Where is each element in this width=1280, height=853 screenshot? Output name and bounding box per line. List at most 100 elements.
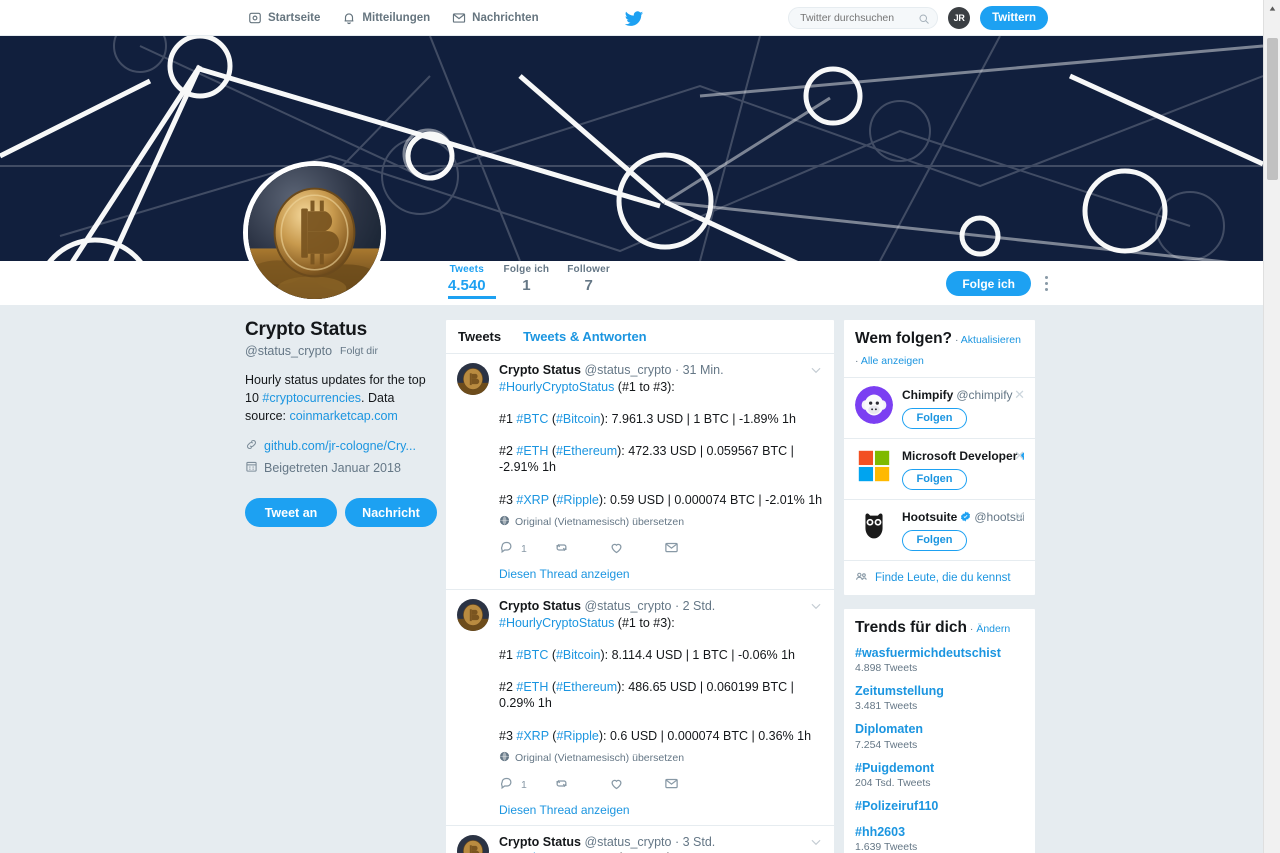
follow-button[interactable]: Folgen [902,407,967,429]
retweet-button[interactable] [554,776,609,794]
nav-item-notifications[interactable]: Mitteilungen [342,11,430,25]
tweet-item[interactable]: Crypto Status @status_crypto · 3 Std. #H… [446,826,834,853]
profile-website[interactable]: github.com/jr-cologne/Cry... [264,439,416,453]
tab-tweets-and-replies[interactable]: Tweets & Antworten [523,329,647,344]
tweet-hashtag-link[interactable]: #HourlyCryptoStatus [499,616,614,630]
show-thread-link[interactable]: Diesen Thread anzeigen [499,803,823,817]
tweet-item[interactable]: Crypto Status @status_crypto · 2 Std. #H… [446,590,834,826]
suggested-account-name[interactable]: Microsoft Developer [902,449,1017,463]
trend-name[interactable]: Diplomaten [855,721,1024,737]
close-icon[interactable]: ✕ [1014,388,1025,401]
refresh-link[interactable]: Aktualisieren [961,334,1021,346]
tweet-item[interactable]: Crypto Status @status_crypto · 31 Min. #… [446,354,834,590]
trend-name[interactable]: #wasfuermichdeutschist [855,645,1024,661]
reply-button[interactable]: 1 [499,540,554,558]
scroll-up-arrow[interactable] [1264,0,1280,17]
tweet-author-name[interactable]: Crypto Status [499,599,581,613]
trend-item[interactable]: #hh2603 1.639 Tweets [844,824,1035,853]
chevron-down-icon[interactable] [809,363,823,377]
trends-change-link[interactable]: Ändern [976,623,1010,635]
translate-label[interactable]: Original (Vietnamesisch) übersetzen [515,516,684,528]
avatar[interactable]: JR [948,6,971,29]
trend-item[interactable]: #Puigdemont 204 Tsd. Tweets [844,760,1035,798]
tab-tweets[interactable]: Tweets [458,329,501,344]
tweet-timestamp[interactable]: 3 Std. [683,835,716,849]
search-box[interactable] [788,6,939,29]
trend-name[interactable]: #Polizeiruf110 [855,798,1024,814]
microsoft-avatar[interactable] [855,446,893,485]
search-input[interactable] [800,11,919,24]
page-scrollbar[interactable] [1263,0,1280,853]
scrollbar-thumb[interactable] [1267,38,1278,180]
trend-item[interactable]: #Polizeiruf110 [844,798,1035,824]
tweet-author-name[interactable]: Crypto Status [499,363,581,377]
tweet-avatar[interactable] [457,598,489,631]
tweet-author-handle[interactable]: @status_crypto [584,599,671,613]
like-button[interactable] [609,540,664,558]
dm-button[interactable] [664,776,719,794]
stat-following[interactable]: Folge ich 1 [504,264,568,294]
coin-name-link[interactable]: #Ethereum [556,444,617,458]
tweet-author-handle[interactable]: @status_crypto [584,363,671,377]
trend-item[interactable]: Zeitumstellung 3.481 Tweets [844,683,1035,721]
coin-name-link[interactable]: #Ripple [556,493,598,507]
show-thread-link[interactable]: Diesen Thread anzeigen [499,567,823,581]
tweet-avatar[interactable] [457,834,489,853]
like-button[interactable] [609,776,664,794]
stat-followers[interactable]: Follower 7 [567,264,628,294]
translate-row[interactable]: Original (Vietnamesisch) übersetzen [499,515,823,529]
view-all-link[interactable]: Alle anzeigen [861,355,924,367]
close-icon[interactable]: ✕ [1014,449,1025,462]
coin-name-link[interactable]: #Ethereum [556,680,617,694]
tweet-author-name[interactable]: Crypto Status [499,835,581,849]
tweet-timestamp[interactable]: 2 Std. [683,599,716,613]
retweet-button[interactable] [554,540,609,558]
coin-symbol-link[interactable]: #BTC [516,412,548,426]
stat-tweets[interactable]: Tweets 4.540 [448,264,504,294]
hootsuite-owl-avatar[interactable] [855,507,893,546]
compose-tweet-button[interactable]: Twittern [980,5,1048,30]
dm-button[interactable] [664,540,719,558]
follow-button[interactable]: Folgen [902,529,967,551]
coin-symbol-link[interactable]: #ETH [516,444,548,458]
trend-item[interactable]: Diplomaten 7.254 Tweets [844,721,1035,759]
coin-symbol-link[interactable]: #XRP [516,729,548,743]
coin-symbol-link[interactable]: #BTC [516,648,548,662]
suggested-account-handle[interactable]: @chimpify [956,388,1012,402]
twitter-bird-icon[interactable] [624,9,644,27]
chevron-down-icon[interactable] [809,835,823,849]
tweet-hashtag-link[interactable]: #HourlyCryptoStatus [499,380,614,394]
reply-button[interactable]: 1 [499,776,554,794]
bio-website-link[interactable]: coinmarketcap.com [289,409,397,423]
trend-item[interactable]: #wasfuermichdeutschist 4.898 Tweets [844,645,1035,683]
tweet-timestamp[interactable]: 31 Min. [683,363,724,377]
suggested-account-name[interactable]: Chimpify [902,388,953,402]
tweet-to-button[interactable]: Tweet an [245,498,337,528]
nav-item-home[interactable]: Startseite [248,11,320,25]
find-people-link[interactable]: Finde Leute, die du kennst [844,559,1035,595]
trend-name[interactable]: #Puigdemont [855,760,1024,776]
coin-symbol-link[interactable]: #ETH [516,680,548,694]
chevron-down-icon[interactable] [809,599,823,613]
nav-item-messages[interactable]: Nachrichten [452,11,539,25]
coin-name-link[interactable]: #Ripple [556,729,598,743]
close-icon[interactable]: ✕ [1014,510,1025,523]
message-button[interactable]: Nachricht [345,498,437,528]
following-button[interactable]: Folge ich [946,271,1031,296]
more-options-icon[interactable] [1044,276,1048,291]
follow-button[interactable]: Folgen [902,468,967,490]
coin-symbol-link[interactable]: #XRP [516,493,548,507]
find-people-label[interactable]: Finde Leute, die du kennst [875,572,1011,584]
tweet-author-handle[interactable]: @status_crypto [584,835,671,849]
profile-handle[interactable]: @status_crypto [245,344,332,358]
bio-hashtag-link[interactable]: #cryptocurrencies [262,391,361,405]
suggested-account-name[interactable]: Hootsuite [902,510,957,524]
profile-avatar[interactable] [243,161,386,304]
trend-name[interactable]: #hh2603 [855,824,1024,840]
translate-row[interactable]: Original (Vietnamesisch) übersetzen [499,751,823,765]
trend-name[interactable]: Zeitumstellung [855,683,1024,699]
tweet-avatar[interactable] [457,363,489,395]
translate-label[interactable]: Original (Vietnamesisch) übersetzen [515,752,684,764]
chimp-avatar[interactable] [855,385,893,424]
coin-name-link[interactable]: #Bitcoin [556,412,600,426]
